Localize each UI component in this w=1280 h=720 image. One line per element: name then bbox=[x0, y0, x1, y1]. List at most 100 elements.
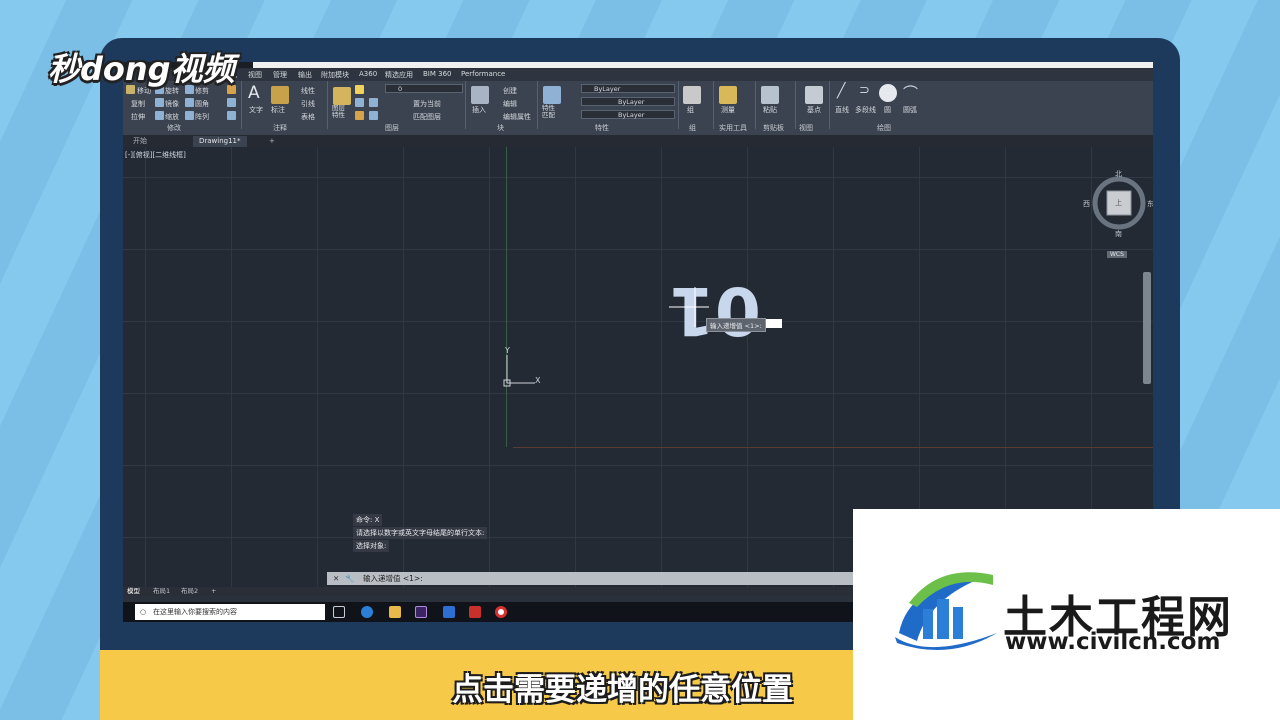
close-icon[interactable]: ✕ bbox=[333, 572, 339, 585]
panel-label-view[interactable]: 视图 bbox=[799, 123, 813, 133]
insert-button[interactable]: 插入 bbox=[472, 105, 486, 115]
panel-label-modify[interactable]: 修改 bbox=[167, 123, 181, 133]
edit-block-button[interactable]: 编辑 bbox=[503, 99, 517, 109]
vertical-scrollbar[interactable] bbox=[1143, 272, 1151, 384]
lineweight-dropdown[interactable]: ByLayer bbox=[581, 110, 675, 119]
compass-south[interactable]: 南 bbox=[1115, 229, 1122, 239]
command-line[interactable]: ✕ 🔧 输入递增值 <1>: bbox=[327, 572, 927, 585]
panel-label-draw[interactable]: 绘图 bbox=[877, 123, 891, 133]
polyline-icon[interactable]: ⊃ bbox=[859, 83, 870, 98]
table-button[interactable]: 表格 bbox=[301, 112, 315, 122]
color-dropdown[interactable]: ByLayer bbox=[581, 84, 675, 93]
layer-dropdown[interactable]: 0 bbox=[385, 84, 463, 93]
group-button[interactable]: 组 bbox=[687, 105, 694, 115]
record-icon[interactable] bbox=[495, 606, 507, 618]
panel-label-block[interactable]: 块 bbox=[497, 123, 504, 133]
scale-button[interactable]: 缩放 bbox=[165, 112, 179, 122]
panel-label-groups[interactable]: 组 bbox=[689, 123, 696, 133]
panel-label-utilities[interactable]: 实用工具 bbox=[719, 123, 747, 133]
create-block-button[interactable]: 创建 bbox=[503, 86, 517, 96]
match-properties-icon[interactable] bbox=[543, 86, 561, 104]
base-point-icon[interactable] bbox=[805, 86, 823, 104]
match-layer-button[interactable]: 匹配图层 bbox=[413, 112, 441, 122]
fillet-button[interactable]: 圆角 bbox=[195, 99, 209, 109]
arc-button[interactable]: 圆弧 bbox=[903, 105, 917, 115]
leader-button[interactable]: 引线 bbox=[301, 99, 315, 109]
tab-model[interactable]: 模型 bbox=[127, 587, 140, 596]
line-icon[interactable]: ╱ bbox=[837, 83, 845, 99]
viewcube-top-face[interactable]: 上 bbox=[1115, 198, 1122, 208]
panel-label-clipboard[interactable]: 剪贴板 bbox=[763, 123, 784, 133]
menu-item[interactable]: BIM 360 bbox=[423, 70, 452, 78]
mirror-button[interactable]: 镜像 bbox=[165, 99, 179, 109]
stretch-button[interactable]: 拉伸 bbox=[131, 112, 145, 122]
edit-attributes-button[interactable]: 编辑属性 bbox=[503, 112, 531, 122]
paste-button[interactable]: 粘贴 bbox=[763, 105, 777, 115]
base-point-button[interactable]: 基点 bbox=[807, 105, 821, 115]
menu-item[interactable]: 精选应用 bbox=[385, 70, 413, 80]
circle-icon[interactable] bbox=[879, 84, 897, 102]
lightbulb-icon[interactable] bbox=[355, 85, 364, 94]
file-explorer-icon[interactable] bbox=[389, 606, 401, 618]
tab-layout1[interactable]: 布局1 bbox=[153, 587, 170, 596]
task-view-icon[interactable] bbox=[333, 606, 345, 618]
menu-item[interactable]: A360 bbox=[359, 70, 377, 78]
menu-item[interactable]: 管理 bbox=[273, 70, 287, 80]
new-tab-button[interactable]: + bbox=[263, 136, 281, 147]
add-layout-button[interactable]: + bbox=[211, 587, 216, 596]
insert-icon[interactable] bbox=[471, 86, 489, 104]
viewport-controls[interactable]: [-][俯视][二维线框] bbox=[125, 150, 186, 160]
layer-properties-button[interactable]: 图层 特性 bbox=[332, 105, 345, 119]
layer-tool-icon[interactable] bbox=[369, 98, 378, 107]
polyline-button[interactable]: 多段线 bbox=[855, 105, 876, 115]
line-button[interactable]: 直线 bbox=[835, 105, 849, 115]
panel-label-annotation[interactable]: 注释 bbox=[273, 123, 287, 133]
panel-label-layers[interactable]: 图层 bbox=[385, 123, 399, 133]
panel-label-properties[interactable]: 特性 bbox=[595, 123, 609, 133]
tab-start[interactable]: 开始 bbox=[127, 136, 153, 147]
layer-tool-icon[interactable] bbox=[355, 111, 364, 120]
circle-button[interactable]: 圆 bbox=[884, 105, 891, 115]
wcs-menu[interactable]: WCS bbox=[1107, 251, 1127, 258]
offset-icon[interactable] bbox=[227, 111, 236, 120]
make-current-button[interactable]: 置为当前 bbox=[413, 99, 441, 109]
compass-east[interactable]: 东 bbox=[1147, 199, 1153, 209]
measure-button[interactable]: 测量 bbox=[721, 105, 735, 115]
text-icon[interactable]: A bbox=[248, 83, 260, 103]
layer-properties-icon[interactable] bbox=[333, 87, 351, 105]
explode-icon[interactable] bbox=[227, 98, 236, 107]
linetype-dropdown[interactable]: ByLayer bbox=[581, 97, 675, 106]
arc-icon[interactable]: ⌒ bbox=[903, 82, 918, 103]
compass-west[interactable]: 西 bbox=[1083, 199, 1090, 209]
linear-button[interactable]: 线性 bbox=[301, 86, 315, 96]
fillet-icon[interactable] bbox=[185, 98, 194, 107]
menu-item[interactable]: 视图 bbox=[248, 70, 262, 80]
tab-drawing11[interactable]: Drawing11* bbox=[193, 136, 247, 147]
tab-layout2[interactable]: 布局2 bbox=[181, 587, 198, 596]
menu-item[interactable]: 输出 bbox=[298, 70, 312, 80]
wrench-icon[interactable]: 🔧 bbox=[345, 572, 354, 585]
edge-icon[interactable] bbox=[361, 606, 373, 618]
viewcube[interactable]: 北 南 西 东 上 WCS bbox=[1083, 169, 1153, 258]
text-button[interactable]: 文字 bbox=[249, 105, 263, 115]
paste-icon[interactable] bbox=[761, 86, 779, 104]
dimension-icon[interactable] bbox=[271, 86, 289, 104]
array-icon[interactable] bbox=[185, 111, 194, 120]
group-icon[interactable] bbox=[683, 86, 701, 104]
scale-icon[interactable] bbox=[155, 111, 164, 120]
measure-icon[interactable] bbox=[719, 86, 737, 104]
compass-north[interactable]: 北 bbox=[1115, 169, 1122, 179]
premiere-icon[interactable] bbox=[415, 606, 427, 618]
match-properties-button[interactable]: 特性 匹配 bbox=[542, 105, 555, 119]
copy-button[interactable]: 复制 bbox=[131, 99, 145, 109]
dynamic-input-field[interactable] bbox=[766, 319, 782, 328]
array-button[interactable]: 阵列 bbox=[195, 112, 209, 122]
taskbar-search[interactable]: ○ 在这里输入你要搜索的内容 bbox=[135, 604, 325, 620]
mirror-icon[interactable] bbox=[155, 98, 164, 107]
autocad-icon[interactable] bbox=[469, 606, 481, 618]
dimension-button[interactable]: 标注 bbox=[271, 105, 285, 115]
layer-tool-icon[interactable] bbox=[355, 98, 364, 107]
app-icon[interactable] bbox=[443, 606, 455, 618]
layer-tool-icon[interactable] bbox=[369, 111, 378, 120]
menu-item[interactable]: 附加模块 bbox=[321, 70, 349, 80]
